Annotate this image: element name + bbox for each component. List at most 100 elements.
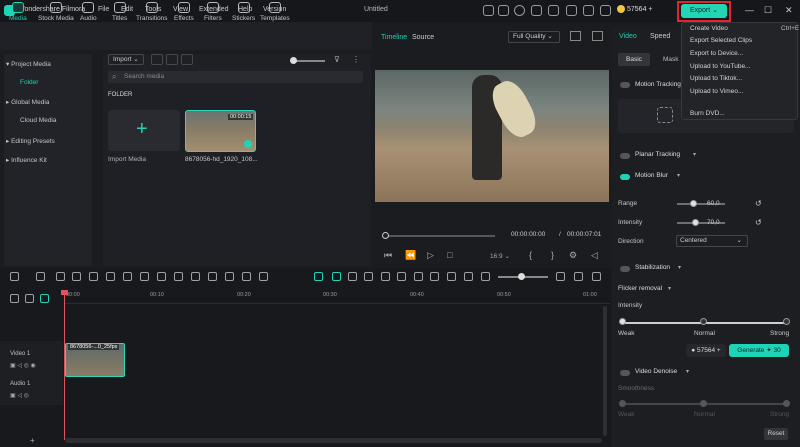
scrub-handle[interactable]: [382, 232, 389, 239]
prev-frame-icon[interactable]: ⏮: [384, 250, 392, 261]
motion-tracking-toggle[interactable]: [620, 82, 630, 88]
maximize-icon[interactable]: ☐: [764, 5, 772, 16]
video-track-controls-icon[interactable]: ▣ ◁ ◎ ◉: [10, 362, 36, 369]
menu-upload-vimeo[interactable]: Upload to Vimeo...: [690, 88, 743, 95]
intensity-reset-icon[interactable]: ↺: [755, 218, 762, 227]
stop-icon[interactable]: □: [447, 250, 452, 260]
tab-video[interactable]: Video: [619, 33, 637, 40]
menu-file[interactable]: File: [98, 6, 109, 13]
tool-audio[interactable]: Audio: [80, 2, 97, 22]
playhead-handle[interactable]: [61, 290, 68, 295]
mail-icon[interactable]: [531, 5, 542, 16]
menu-create-video[interactable]: Create Video: [690, 25, 728, 32]
tool-stickers[interactable]: Stickers: [232, 2, 255, 22]
settings-icon[interactable]: ⚙: [569, 250, 577, 261]
gift-icon[interactable]: [483, 5, 494, 16]
select-icon[interactable]: [36, 272, 45, 281]
audio-track-controls-icon[interactable]: ▣ ◁ ◎: [10, 392, 29, 399]
speed-icon[interactable]: [191, 272, 200, 281]
stabilization-toggle[interactable]: [620, 266, 630, 272]
intensity-value[interactable]: 70,0: [707, 219, 720, 226]
intensity-knob[interactable]: [692, 219, 699, 226]
layout-icon[interactable]: [10, 272, 19, 281]
mark-icon[interactable]: [364, 272, 373, 281]
tool-effects[interactable]: Effects: [174, 2, 194, 22]
range-value[interactable]: 60,0: [707, 200, 720, 207]
link-icon[interactable]: [25, 294, 34, 303]
screen-icon[interactable]: [464, 272, 473, 281]
minimize-icon[interactable]: —: [745, 5, 754, 15]
flicker-knob-normal[interactable]: [700, 318, 707, 325]
volume-icon[interactable]: ◁: [591, 250, 598, 261]
voiceover-icon[interactable]: [430, 272, 439, 281]
grid-icon[interactable]: [600, 5, 611, 16]
tool-transitions[interactable]: Transitions: [136, 2, 168, 22]
smoothness-knob-strong[interactable]: [783, 400, 790, 407]
transform-icon[interactable]: [157, 272, 166, 281]
playhead[interactable]: [64, 290, 65, 440]
range-reset-icon[interactable]: ↺: [755, 199, 762, 208]
tool-stock-media[interactable]: Stock Media: [38, 2, 74, 22]
color-icon[interactable]: [225, 272, 234, 281]
filter-icon[interactable]: ⊽: [334, 55, 340, 64]
sidebar-item-global-media[interactable]: ▸ Global Media: [6, 98, 49, 106]
tab-source[interactable]: Source: [412, 34, 434, 41]
sun-icon[interactable]: [381, 272, 390, 281]
credits-display[interactable]: 57564 +: [617, 5, 653, 13]
menu-export-to-device[interactable]: Export to Device...: [690, 50, 743, 57]
zoom-out-icon[interactable]: [481, 272, 490, 281]
video-denoise-toggle[interactable]: [620, 370, 630, 376]
generate-button[interactable]: Generate ✦ 30: [729, 344, 789, 357]
audio-edit-icon[interactable]: [242, 272, 251, 281]
mark-in-icon[interactable]: {: [529, 250, 532, 260]
close-icon[interactable]: ✕: [785, 5, 793, 16]
step-back-icon[interactable]: ⏪: [405, 250, 416, 261]
flicker-knob-strong[interactable]: [783, 318, 790, 325]
keyframe-icon[interactable]: [208, 272, 217, 281]
ai-tools-icon[interactable]: [174, 272, 183, 281]
add-track-icon[interactable]: [10, 294, 19, 303]
tab-timeline[interactable]: Timeline: [381, 34, 407, 41]
tool-media[interactable]: Media: [9, 2, 27, 22]
scrub-bar[interactable]: [385, 235, 495, 237]
crop-icon[interactable]: [123, 272, 132, 281]
zoom-in-icon[interactable]: [556, 272, 565, 281]
range-knob[interactable]: [690, 200, 697, 207]
snapshot-icon[interactable]: [570, 31, 581, 41]
flicker-knob-weak[interactable]: [619, 318, 626, 325]
help-icon[interactable]: [514, 5, 525, 16]
cut-icon[interactable]: [106, 272, 115, 281]
search-input[interactable]: Search media: [108, 71, 363, 83]
sidebar-item-influence-kit[interactable]: ▸ Influence Kit: [6, 156, 47, 164]
ratio-select[interactable]: 16:9 ⌄: [490, 252, 510, 260]
more-icon[interactable]: ⋮: [352, 55, 360, 64]
sidebar-item-project-media[interactable]: ▾ Project Media: [6, 60, 51, 68]
fullscreen-icon[interactable]: [592, 31, 603, 41]
download-icon[interactable]: [548, 5, 559, 16]
timeline-ruler[interactable]: [64, 290, 610, 304]
ai-mode-icon[interactable]: [314, 272, 323, 281]
music-icon[interactable]: [447, 272, 456, 281]
tool-filters[interactable]: Filters: [204, 2, 222, 22]
thumbnail-size-knob[interactable]: [290, 57, 297, 64]
magnet-icon[interactable]: [40, 294, 49, 303]
motion-blur-toggle[interactable]: [620, 174, 630, 180]
import-button[interactable]: Import ⌄: [108, 54, 144, 65]
reset-button[interactable]: Reset: [764, 428, 788, 440]
smoothness-knob-normal[interactable]: [700, 400, 707, 407]
render-icon[interactable]: [348, 272, 357, 281]
smoothness-knob-weak[interactable]: [619, 400, 626, 407]
cloud-icon[interactable]: [566, 5, 577, 16]
add-icon[interactable]: +: [30, 436, 35, 445]
fit-icon[interactable]: [574, 272, 583, 281]
menu-export-selected-clips[interactable]: Export Selected Clips: [690, 37, 752, 44]
mic-icon[interactable]: [166, 54, 178, 65]
mic-record-icon[interactable]: [414, 272, 423, 281]
delete-icon[interactable]: [89, 272, 98, 281]
record-icon[interactable]: [151, 54, 163, 65]
redo-icon[interactable]: [72, 272, 81, 281]
zoom-knob[interactable]: [518, 273, 525, 280]
play-icon[interactable]: ▷: [427, 250, 434, 261]
menu-upload-youtube[interactable]: Upload to YouTube...: [690, 63, 750, 70]
direction-select[interactable]: Centered ⌄: [676, 235, 748, 247]
